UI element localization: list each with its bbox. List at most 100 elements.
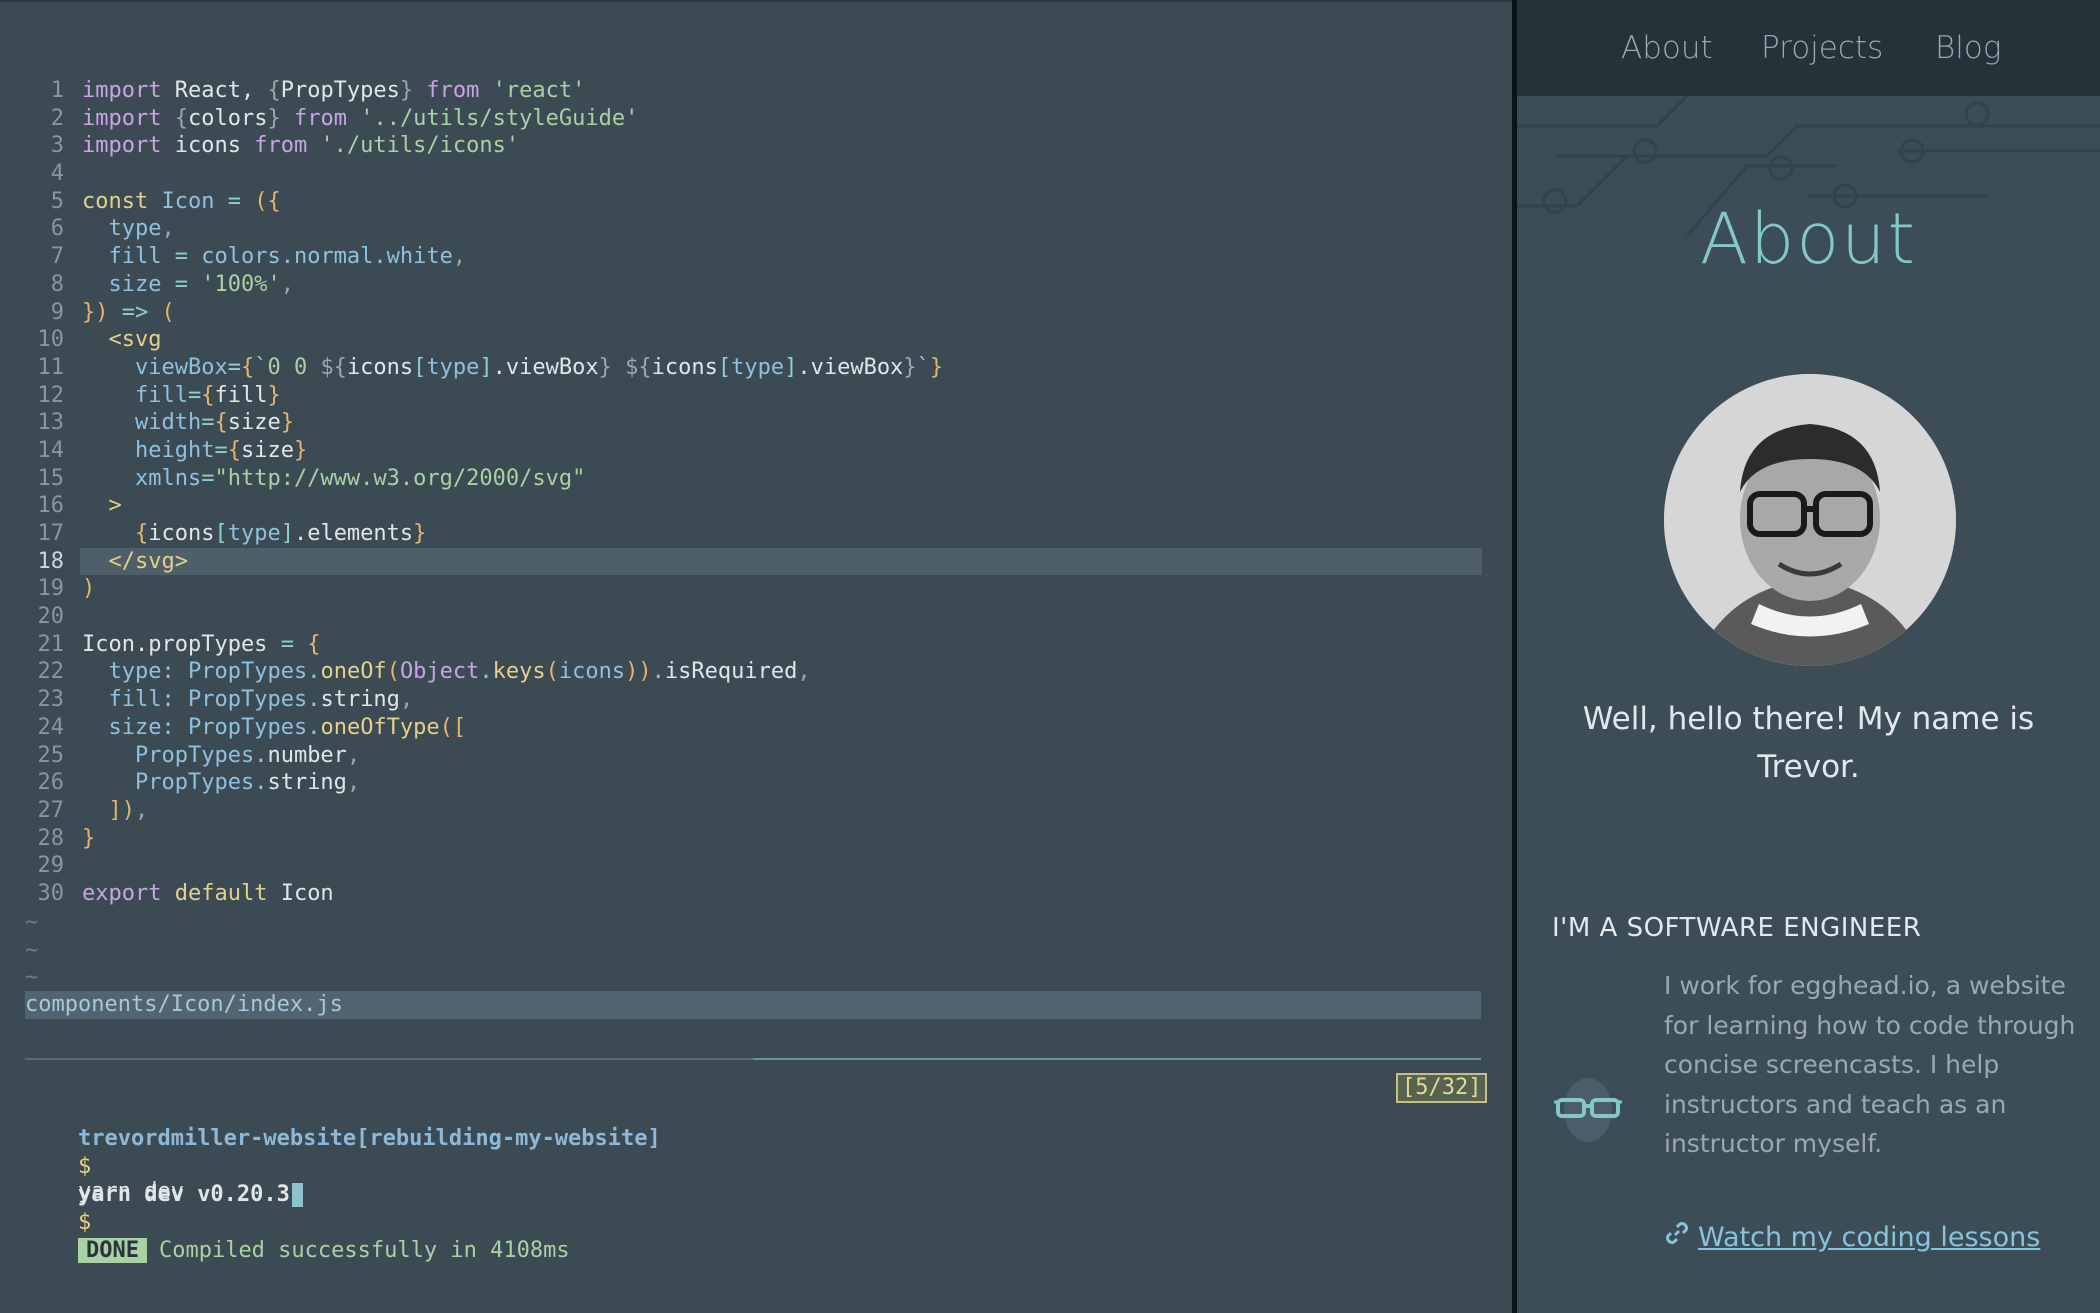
line-code-text: {icons[type].elements} (82, 520, 426, 548)
vim-editor-pane[interactable]: 1 import React, {PropTypes} from 'react' 2… (0, 0, 1512, 1313)
code-token: } (82, 825, 96, 851)
code-token: = (174, 244, 188, 270)
code-token: , (346, 770, 361, 796)
code-token: = (187, 382, 202, 408)
code-token: fill (108, 687, 162, 713)
code-token: . (307, 687, 321, 713)
code-line[interactable]: 24 size: PropTypes.oneOfType([ (0, 714, 1482, 742)
code-token: type (108, 659, 162, 685)
code-token: PropTypes (134, 770, 255, 796)
code-line[interactable]: 25 PropTypes.number, (0, 742, 1482, 770)
code-token: viewBox (134, 354, 228, 380)
nav-link-projects[interactable]: Projects (1761, 30, 1883, 66)
code-line[interactable]: 29 (0, 852, 1482, 880)
code-token: )) (625, 659, 652, 685)
code-line[interactable]: 6 type, (0, 215, 1482, 243)
code-token: ([ (439, 714, 467, 740)
code-line[interactable]: 11 viewBox={`0 0 ${icons[type].viewBox} … (0, 354, 1482, 382)
code-token: . (307, 659, 321, 685)
code-line[interactable]: 4 (0, 160, 1482, 188)
code-token: fill (214, 382, 268, 408)
done-badge: DONE (77, 1238, 147, 1263)
code-token: } (280, 410, 294, 436)
empty-line-marker: ~ (25, 938, 39, 963)
code-token: colors (187, 105, 268, 131)
empty-line-marker: ~ (25, 910, 39, 935)
line-number: 22 (37, 659, 65, 685)
code-line[interactable]: 26 PropTypes.string, (0, 769, 1482, 797)
code-area[interactable]: 1 import React, {PropTypes} from 'react' 2… (0, 77, 1482, 908)
code-line[interactable]: 2 import {colors} from '../utils/styleGui… (0, 105, 1482, 133)
nav-link-blog[interactable]: Blog (1935, 30, 2001, 66)
line-code-text: import {colors} from '../utils/styleGuid… (82, 105, 638, 133)
code-line[interactable]: 14 height={size} (0, 437, 1482, 465)
code-line[interactable]: 30 export default Icon (0, 880, 1482, 908)
code-line[interactable]: 16 > (0, 492, 1482, 520)
code-token: from (426, 78, 480, 103)
code-token: ) (82, 576, 96, 602)
watch-lessons-link-label: Watch my coding lessons (1698, 1222, 2041, 1253)
code-token: icons (148, 521, 215, 546)
line-code-text: width={size} (82, 409, 294, 437)
code-line[interactable]: 1 import React, {PropTypes} from 'react' (0, 77, 1482, 105)
code-line[interactable]: 15 xmlns="http://www.w3.org/2000/svg" (0, 465, 1482, 493)
code-token: = (201, 410, 215, 436)
code-token: .viewBox (492, 354, 599, 380)
code-token: . (254, 742, 268, 768)
code-token: { (307, 631, 321, 657)
code-token: size (227, 410, 281, 436)
code-line[interactable]: 10 <svg (0, 326, 1482, 354)
code-line[interactable]: 12 fill={fill} (0, 382, 1482, 410)
line-number: 2 (50, 105, 64, 131)
code-token: => (121, 299, 149, 325)
code-line[interactable]: 9}) => ( (0, 299, 1482, 327)
line-code-text: type: PropTypes.oneOf(Object.keys(icons)… (82, 658, 811, 686)
watch-lessons-link[interactable]: Watch my coding lessons (1664, 1220, 2040, 1253)
code-token: ( (161, 299, 175, 325)
line-code-text: import icons from './utils/icons' (82, 132, 519, 160)
line-number: 8 (50, 271, 64, 297)
code-token: string (320, 687, 400, 713)
page-title: About (1700, 198, 1917, 280)
code-token: [ (214, 521, 228, 546)
code-line[interactable]: 17 {icons[type].elements} (0, 520, 1482, 548)
code-token: [ (717, 354, 732, 380)
code-line[interactable]: 21 Icon.propTypes = { (0, 631, 1482, 659)
line-code-text: PropTypes.number, (82, 742, 360, 770)
code-line-current[interactable]: 18 </svg> (38, 547, 1482, 576)
code-line[interactable]: 5 const Icon = ({ (0, 188, 1482, 216)
code-token: : (161, 714, 175, 740)
code-line[interactable]: 22 type: PropTypes.oneOf(Object.keys(ico… (0, 658, 1482, 686)
code-token: . (307, 714, 321, 740)
code-line[interactable]: 7 fill = colors.normal.white, (0, 243, 1482, 271)
code-line[interactable]: 13 width={size} (0, 409, 1482, 437)
nav-link-about[interactable]: About (1621, 30, 1713, 66)
code-token: } (399, 78, 414, 103)
code-token: const (82, 188, 149, 214)
line-number: 30 (37, 880, 65, 906)
code-token: PropTypes (134, 742, 255, 768)
code-token: "http://www.w3.org/2000/svg" (214, 465, 586, 491)
website-preview[interactable]: About Projects Blog About Well, hello th… (1512, 0, 2100, 1313)
code-token: width (134, 410, 202, 436)
line-number: 24 (37, 714, 65, 740)
line-code-text: size: PropTypes.oneOfType([ (82, 714, 467, 742)
code-line[interactable]: 20 (0, 603, 1482, 631)
code-line[interactable]: 23 fill: PropTypes.string, (0, 686, 1482, 714)
line-number: 28 (37, 825, 65, 851)
code-line[interactable]: 19) (0, 575, 1482, 603)
code-token: keys (492, 659, 546, 685)
code-line[interactable]: 27 ]), (0, 797, 1482, 825)
code-line[interactable]: 3 import icons from './utils/icons' (0, 132, 1482, 160)
code-line[interactable]: 28} (0, 825, 1482, 853)
code-token: oneOfType (320, 714, 440, 740)
code-line[interactable]: 8 size = '100%', (0, 271, 1482, 299)
